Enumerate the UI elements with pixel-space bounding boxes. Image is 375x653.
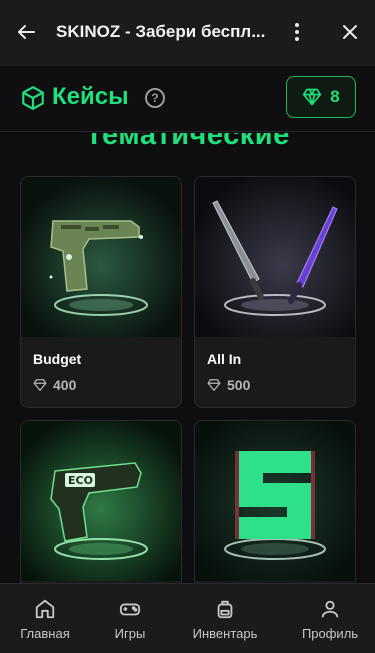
case-card-s[interactable] bbox=[194, 420, 356, 583]
section-title: Тематические bbox=[85, 133, 290, 151]
case-card-eco[interactable]: ECO bbox=[20, 420, 182, 583]
page-header: Кейсы ? 8 bbox=[0, 66, 375, 132]
close-icon[interactable] bbox=[338, 20, 362, 44]
nav-label: Профиль bbox=[301, 626, 359, 641]
window-title: SKINOZ - Забери беспл... bbox=[56, 22, 266, 41]
nav-games[interactable]: Игры bbox=[85, 598, 175, 641]
nav-label: Игры bbox=[114, 626, 146, 641]
home-icon bbox=[35, 599, 55, 619]
case-price: 400 bbox=[33, 377, 76, 393]
gem-icon bbox=[207, 379, 221, 391]
case-image bbox=[21, 177, 181, 337]
case-image bbox=[195, 177, 355, 337]
bottom-navigation: Главная Игры Инвентарь Профиль bbox=[0, 583, 375, 653]
browser-toolbar: SKINOZ - Забери беспл... bbox=[0, 0, 375, 66]
case-price: 500 bbox=[207, 377, 250, 393]
cube-icon bbox=[22, 86, 44, 110]
case-price-value: 500 bbox=[227, 377, 251, 393]
case-name: Budget bbox=[33, 351, 82, 367]
nav-profile[interactable]: Профиль bbox=[285, 598, 375, 641]
case-card-budget[interactable]: Budget 400 bbox=[20, 176, 182, 408]
backpack-icon bbox=[217, 600, 233, 619]
case-price-value: 400 bbox=[53, 377, 77, 393]
nav-home[interactable]: Главная bbox=[0, 598, 90, 641]
case-name: All In bbox=[207, 351, 242, 367]
case-image bbox=[195, 421, 355, 581]
case-card-all-in[interactable]: All In 500 bbox=[194, 176, 356, 408]
cases-content[interactable]: Тематические Budget 400 All In 500 ECO bbox=[0, 133, 375, 583]
gamepad-icon bbox=[119, 603, 141, 616]
nav-label: Инвентарь bbox=[192, 626, 258, 641]
nav-label: Главная bbox=[20, 626, 70, 641]
help-icon[interactable]: ? bbox=[145, 88, 165, 108]
balance-value: 8 bbox=[330, 87, 340, 106]
nav-inventory[interactable]: Инвентарь bbox=[180, 598, 270, 641]
arrow-left-icon[interactable] bbox=[14, 20, 38, 44]
balance-button[interactable]: 8 bbox=[286, 76, 356, 118]
more-vertical-icon[interactable] bbox=[287, 20, 307, 44]
svg-text:ECO: ECO bbox=[68, 474, 93, 487]
page-title: Кейсы bbox=[52, 83, 129, 110]
gem-icon bbox=[33, 379, 47, 391]
case-image: ECO bbox=[21, 421, 181, 581]
gem-icon bbox=[303, 88, 322, 106]
user-icon bbox=[321, 600, 339, 618]
